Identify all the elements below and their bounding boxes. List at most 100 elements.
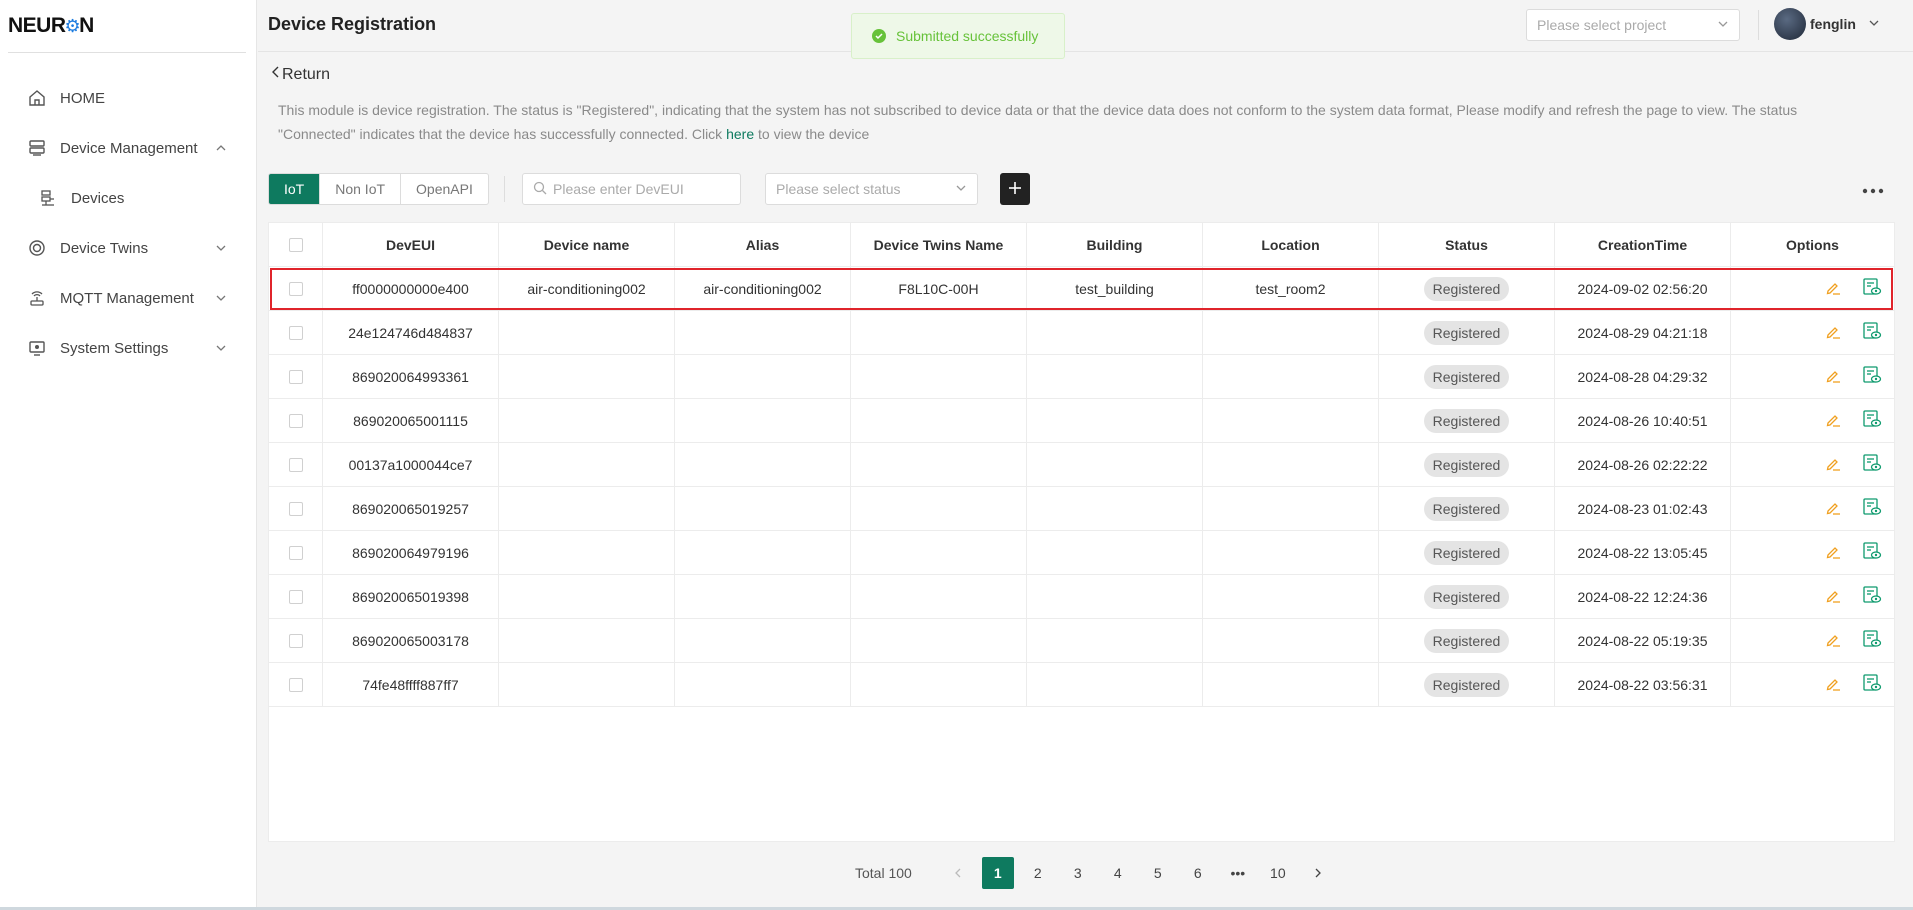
edit-icon[interactable] [1824, 454, 1842, 475]
table-row[interactable]: 869020065001115 Registered 2024-08-26 10:4… [269, 399, 1894, 443]
edit-icon[interactable] [1824, 498, 1842, 519]
cell-building [1027, 619, 1203, 662]
cell-status: Registered [1379, 355, 1555, 398]
column-header-location[interactable]: Location [1203, 223, 1379, 266]
sidebar-item-system-settings[interactable]: System Settings [0, 323, 256, 373]
table-row[interactable]: 869020064979196 Registered 2024-08-22 13:0… [269, 531, 1894, 575]
column-header-alias[interactable]: Alias [675, 223, 851, 266]
column-header-creation-time[interactable]: CreationTime [1555, 223, 1731, 266]
cell-status: Registered [1379, 575, 1555, 618]
sidebar-item-home[interactable]: HOME [0, 73, 256, 123]
tab-iot[interactable]: IoT [269, 174, 320, 204]
table-row[interactable]: 869020064993361 Registered 2024-08-28 04:2… [269, 355, 1894, 399]
table-row[interactable]: ff0000000000e400 air-conditioning002 air-c… [269, 267, 1894, 311]
check-circle-icon [872, 29, 886, 43]
page-6-button[interactable]: 6 [1181, 857, 1214, 889]
cell-location [1203, 619, 1379, 662]
project-select[interactable]: Please select project [1526, 9, 1740, 41]
row-checkbox[interactable] [288, 633, 303, 648]
row-checkbox[interactable] [288, 501, 303, 516]
row-checkbox[interactable] [288, 677, 303, 692]
edit-icon[interactable] [1824, 278, 1842, 299]
sidebar-item-devices[interactable]: Devices [0, 173, 256, 223]
row-options [1731, 585, 1894, 608]
view-details-icon[interactable] [1862, 365, 1882, 388]
cell-options [1731, 531, 1894, 574]
edit-icon[interactable] [1824, 410, 1842, 431]
status-badge: Registered [1423, 276, 1510, 301]
more-options-button[interactable] [1858, 181, 1888, 197]
cell-building [1027, 443, 1203, 486]
view-details-icon[interactable] [1862, 541, 1882, 564]
row-checkbox[interactable] [288, 545, 303, 560]
cell-twins [851, 311, 1027, 354]
sidebar-item-device-management[interactable]: Device Management [0, 123, 256, 173]
view-details-icon[interactable] [1862, 277, 1882, 300]
page-3-button[interactable]: 3 [1061, 857, 1094, 889]
column-header-deveui[interactable]: DevEUI [323, 223, 499, 266]
tab-non-iot[interactable]: Non IoT [319, 174, 400, 204]
edit-icon[interactable] [1824, 542, 1842, 563]
page-4-button[interactable]: 4 [1101, 857, 1134, 889]
header-select-all-cell [269, 223, 323, 266]
table-row[interactable]: 74fe48ffff887ff7 Registered 2024-08-22 03:… [269, 663, 1894, 707]
edit-icon[interactable] [1824, 630, 1842, 651]
view-details-icon[interactable] [1862, 629, 1882, 652]
table-row[interactable]: 00137a1000044ce7 Registered 2024-08-26 02:… [269, 443, 1894, 487]
row-checkbox[interactable] [288, 281, 303, 296]
table-row[interactable]: 869020065019257 Registered 2024-08-23 01:0… [269, 487, 1894, 531]
column-header-status[interactable]: Status [1379, 223, 1555, 266]
row-checkbox[interactable] [288, 413, 303, 428]
status-select[interactable]: Please select status [765, 173, 978, 205]
view-details-icon[interactable] [1862, 453, 1882, 476]
neuron-logo[interactable]: NEUR ⚙ N [8, 0, 246, 53]
status-badge: Registered [1423, 452, 1510, 477]
page-2-button[interactable]: 2 [1021, 857, 1054, 889]
tab-openapi[interactable]: OpenAPI [400, 174, 488, 204]
cell-deveui: 00137a1000044ce7 [323, 443, 499, 486]
row-select-cell [269, 619, 323, 662]
row-checkbox[interactable] [288, 325, 303, 340]
column-header-device-twins-name[interactable]: Device Twins Name [851, 223, 1027, 266]
return-link[interactable]: Return [270, 65, 330, 84]
sidebar-nav: HOME Device Management Devices Device Tw… [0, 73, 256, 373]
edit-icon[interactable] [1824, 586, 1842, 607]
row-checkbox[interactable] [288, 589, 303, 604]
add-device-button[interactable] [1000, 173, 1030, 205]
select-all-checkbox[interactable] [288, 237, 303, 252]
column-header-device-name[interactable]: Device name [499, 223, 675, 266]
view-details-icon[interactable] [1862, 321, 1882, 344]
cell-name [499, 443, 675, 486]
chevron-right-icon [1315, 868, 1321, 878]
notice-here-link[interactable]: here [726, 126, 754, 142]
page-10-button[interactable]: 10 [1261, 857, 1294, 889]
table-row[interactable]: 24e124746d484837 Registered 2024-08-29 04:… [269, 311, 1894, 355]
edit-icon[interactable] [1824, 322, 1842, 343]
row-checkbox[interactable] [288, 369, 303, 384]
page-1-button[interactable]: 1 [981, 857, 1014, 889]
edit-icon[interactable] [1824, 674, 1842, 695]
sidebar-item-label: System Settings [60, 339, 169, 357]
table-row[interactable]: 869020065003178 Registered 2024-08-22 05:1… [269, 619, 1894, 663]
cell-name [499, 399, 675, 442]
row-checkbox[interactable] [288, 457, 303, 472]
table-row[interactable]: 869020065019398 Registered 2024-08-22 12:2… [269, 575, 1894, 619]
cell-location: test_room2 [1203, 267, 1379, 310]
prev-page-button[interactable] [941, 857, 974, 889]
deveui-search-input[interactable]: Please enter DevEUI [522, 173, 741, 205]
user-menu[interactable]: fenglin [1774, 8, 1880, 40]
next-page-button[interactable] [1301, 857, 1334, 889]
view-details-icon[interactable] [1862, 409, 1882, 432]
status-badge: Registered [1423, 540, 1510, 565]
page-ellipsis-button[interactable]: ••• [1221, 857, 1254, 889]
sidebar-item-device-twins[interactable]: Device Twins [0, 223, 256, 273]
edit-icon[interactable] [1824, 366, 1842, 387]
column-header-building[interactable]: Building [1027, 223, 1203, 266]
cell-name [499, 531, 675, 574]
ellipsis-icon [1862, 181, 1884, 197]
view-details-icon[interactable] [1862, 497, 1882, 520]
view-details-icon[interactable] [1862, 673, 1882, 696]
view-details-icon[interactable] [1862, 585, 1882, 608]
page-5-button[interactable]: 5 [1141, 857, 1174, 889]
sidebar-item-mqtt-management[interactable]: MQTT Management [0, 273, 256, 323]
